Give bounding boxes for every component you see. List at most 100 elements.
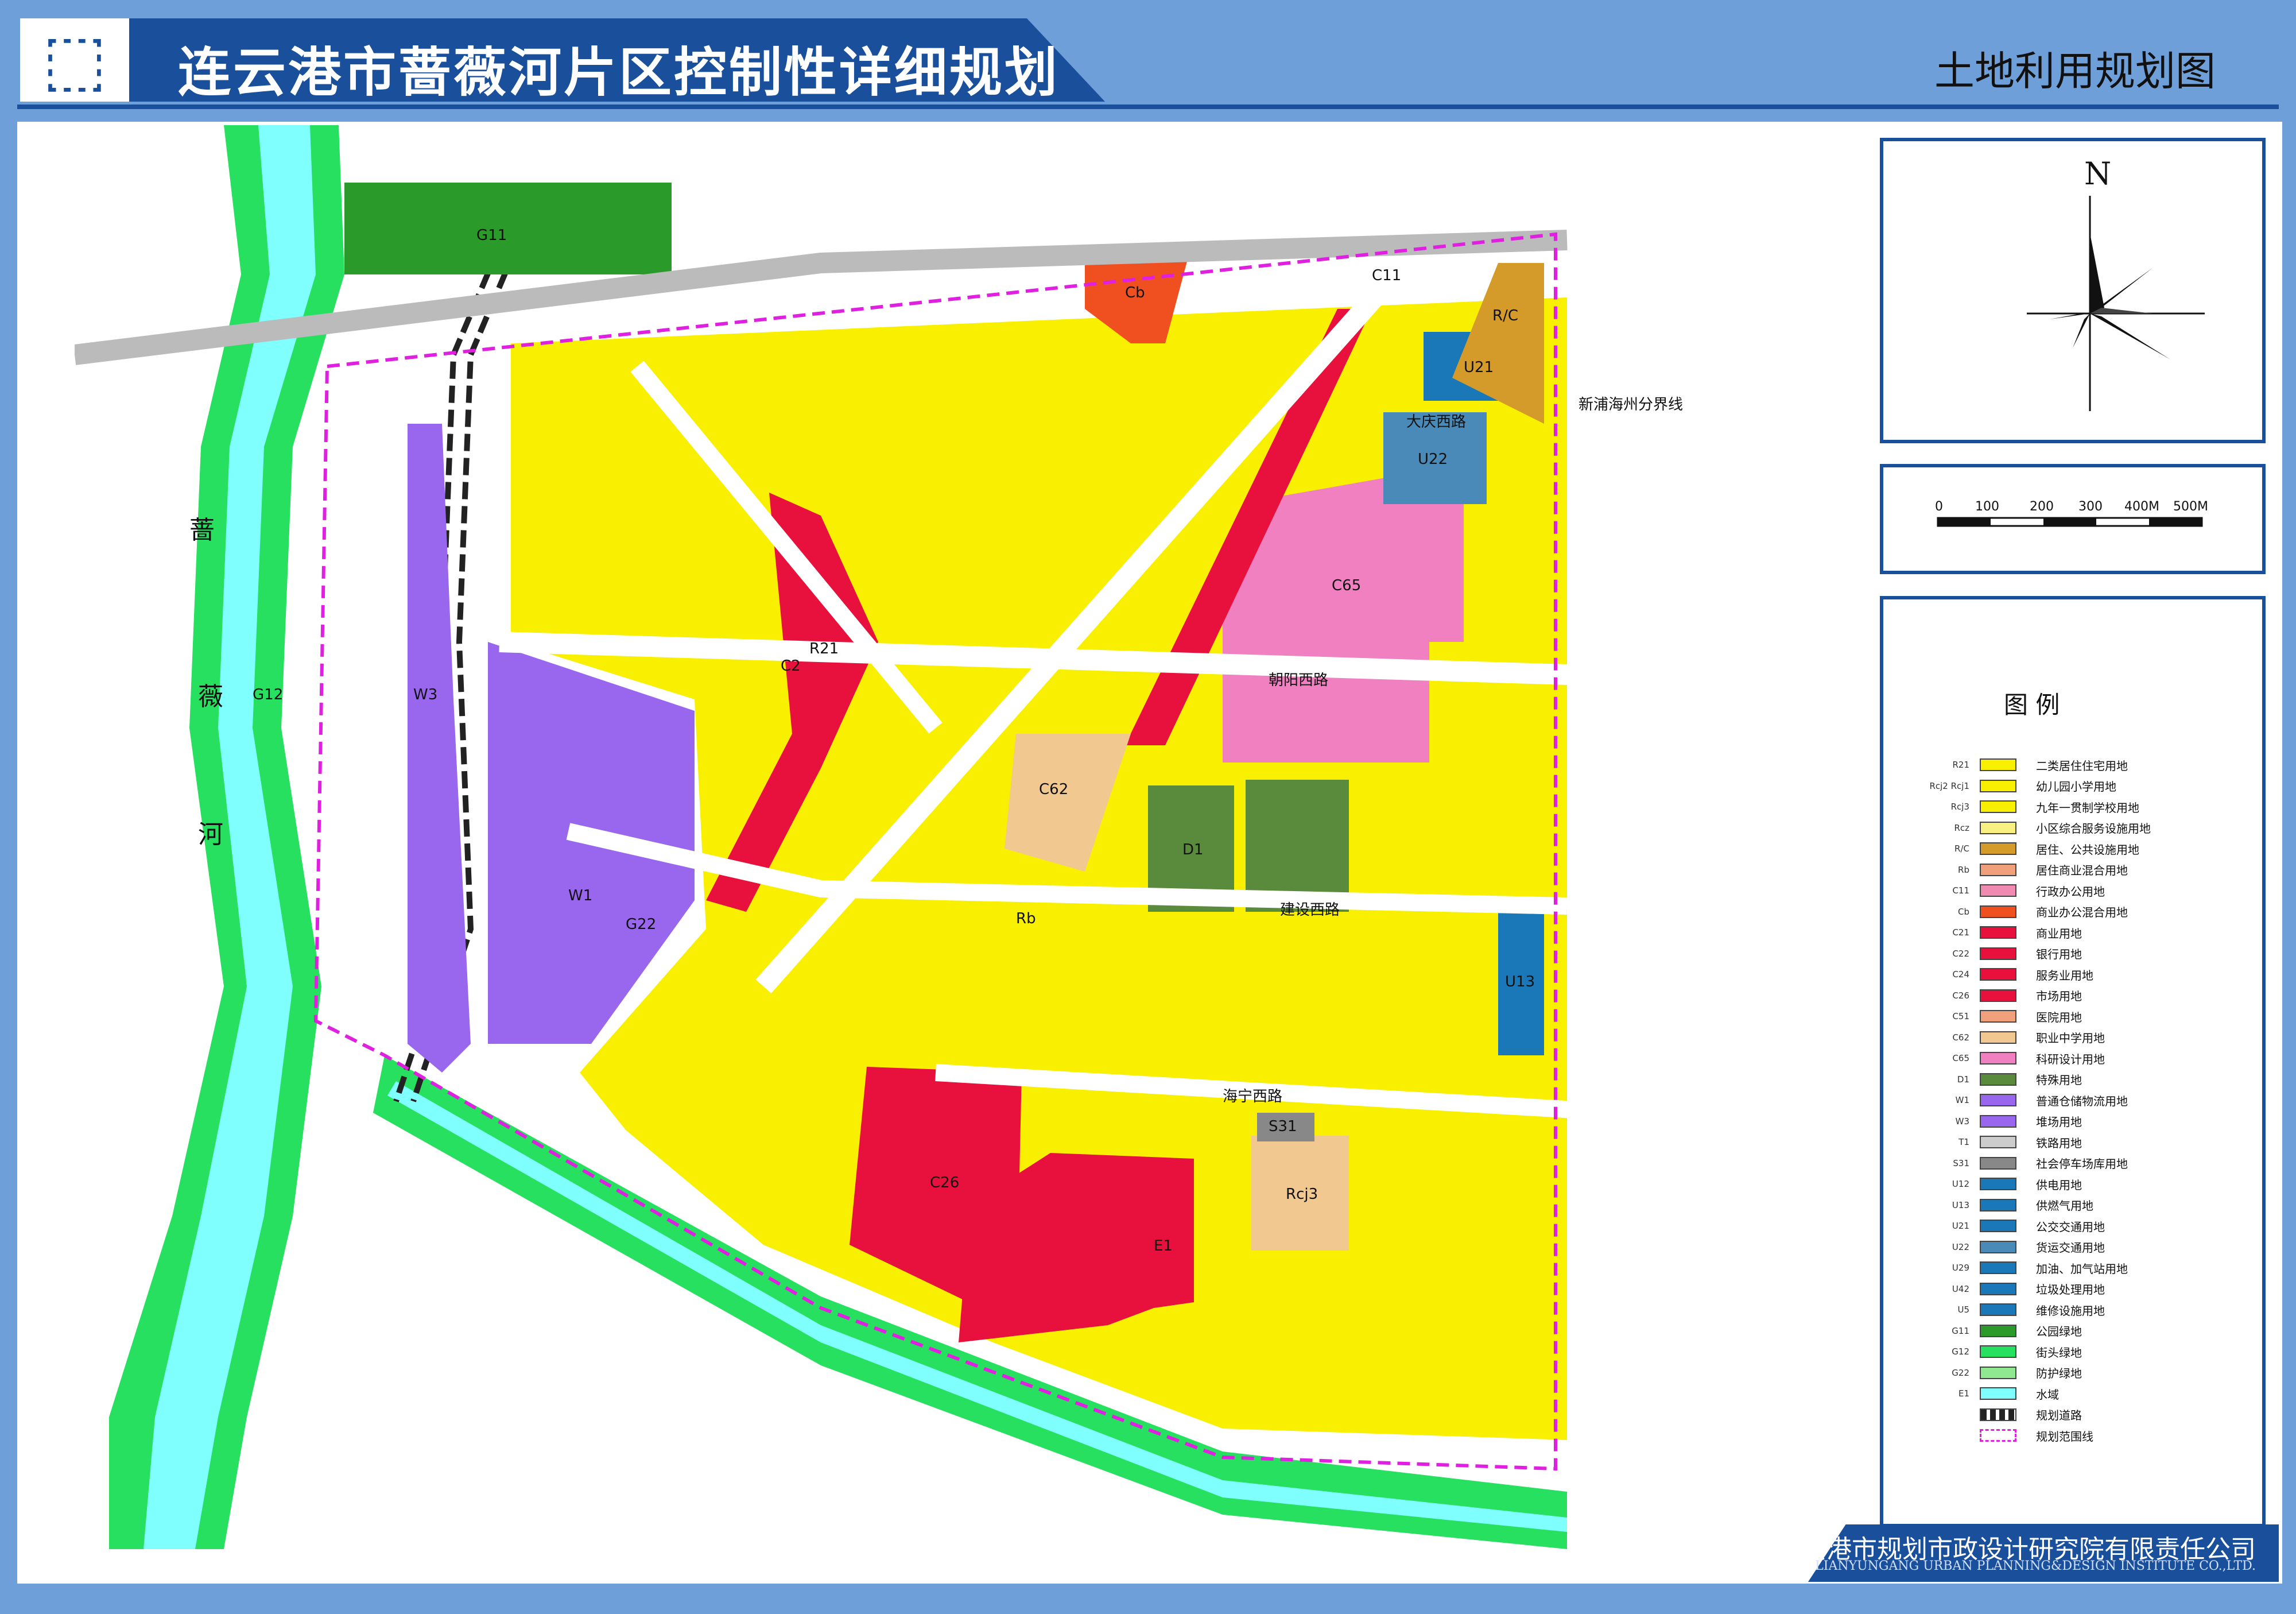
legend-label: 银行用地 xyxy=(2036,947,2082,962)
legend-item: G12 街头绿地 xyxy=(1929,1341,2251,1363)
legend-label: 科研设计用地 xyxy=(2036,1052,2105,1066)
legend-code: R21 xyxy=(1952,760,1969,771)
legend-swatch xyxy=(1980,926,2016,939)
legend-swatch xyxy=(1980,1345,2016,1358)
legend-label: 小区综合服务设施用地 xyxy=(2036,822,2151,836)
legend-label: 九年一贯制学校用地 xyxy=(2036,800,2139,815)
legend-item: C51 医院用地 xyxy=(1929,1006,2251,1027)
legend-code: U5 xyxy=(1957,1305,1969,1315)
legend-code: W3 xyxy=(1955,1116,1969,1127)
legend-label: 幼儿园小学用地 xyxy=(2036,780,2116,794)
legend-item: R21 二类居住住宅用地 xyxy=(1929,754,2251,776)
legend-label: 特殊用地 xyxy=(2036,1073,2082,1087)
scale-tick-4: 400M xyxy=(2124,500,2159,514)
legend-label: 铁路用地 xyxy=(2036,1136,2082,1150)
legend-code: G11 xyxy=(1952,1325,1969,1336)
legend-label: 堆场用地 xyxy=(2036,1115,2082,1129)
legend-swatch xyxy=(1980,1408,2016,1421)
legend-item: C24 服务业用地 xyxy=(1929,964,2251,985)
legend-code: Cb xyxy=(1958,906,1969,917)
river-label-3: 河 xyxy=(198,820,223,849)
zone-label-cb: Cb xyxy=(1125,284,1145,301)
legend-swatch xyxy=(1980,1094,2016,1107)
legend-label: 公园绿地 xyxy=(2036,1325,2082,1339)
zone-label-c62: C62 xyxy=(1039,781,1068,798)
legend-item: U29 加油、加气站用地 xyxy=(1929,1257,2251,1279)
legend-label: 加油、加气站用地 xyxy=(2036,1261,2128,1276)
legend-label: 维修设施用地 xyxy=(2036,1303,2105,1318)
legend-swatch xyxy=(1980,821,2016,834)
legend-swatch xyxy=(1980,1073,2016,1086)
legend-label: 防护绿地 xyxy=(2036,1367,2082,1381)
legend-item: 规划道路 xyxy=(1929,1404,2251,1426)
road-label-haining: 海宁西路 xyxy=(1223,1088,1282,1105)
legend-item: 规划范围线 xyxy=(1929,1425,2251,1446)
sidebar: N 0 100 200 300 400M 500M 图 例 R21 二类居住住宅… xyxy=(1854,125,2279,1561)
legend-item: Rb 居住商业混合用地 xyxy=(1929,860,2251,881)
legend-label: 街头绿地 xyxy=(2036,1345,2082,1360)
legend-swatch xyxy=(1980,779,2016,792)
logo: ⬚ xyxy=(20,18,129,102)
legend-code: C51 xyxy=(1952,1011,1969,1022)
zone-label-rb: Rb xyxy=(1016,910,1036,927)
legend-label: 供电用地 xyxy=(2036,1178,2082,1192)
scale-bar: 0 100 200 300 400M 500M xyxy=(1935,500,2208,527)
legend-swatch xyxy=(1980,1282,2016,1295)
legend-swatch xyxy=(1980,1010,2016,1023)
legend-item: Cb 商业办公混合用地 xyxy=(1929,901,2251,923)
legend-swatch xyxy=(1980,1220,2016,1233)
legend-swatch xyxy=(1980,1261,2016,1275)
legend-swatch xyxy=(1980,884,2016,897)
scale-tick-3: 300 xyxy=(2078,500,2103,514)
land-use-map[interactable]: 蔷 薇 河 朝阳西路 建设西路 海宁西路 大庆西路 新浦海州分界线 R21 Rb… xyxy=(73,125,1837,1561)
river-label-2: 薇 xyxy=(198,682,223,711)
bottom-band xyxy=(0,1585,2296,1614)
legend-swatch xyxy=(1980,1429,2016,1442)
page-title: 连云港市蔷薇河片区控制性详细规划 xyxy=(178,42,1060,103)
legend-item: R/C 居住、公共设施用地 xyxy=(1929,838,2251,860)
legend-code: Rcz xyxy=(1954,822,1969,833)
footer-company-en: LIANYUNGANG URBAN PLANNING&DESIGN INSTIT… xyxy=(1815,1559,2256,1573)
legend-code: U29 xyxy=(1952,1263,1969,1274)
legend-swatch xyxy=(1980,1031,2016,1044)
legend-item: E1 水域 xyxy=(1929,1383,2251,1404)
legend-item: C21 商业用地 xyxy=(1929,922,2251,943)
road-label-daqing: 大庆西路 xyxy=(1406,413,1466,431)
legend-label: 水域 xyxy=(2036,1387,2059,1402)
legend-code: Rb xyxy=(1958,864,1969,875)
road-label-jianshe: 建设西路 xyxy=(1280,901,1340,919)
legend-label: 商业用地 xyxy=(2036,926,2082,940)
legend-label: 医院用地 xyxy=(2036,1010,2082,1024)
legend-item: G11 公园绿地 xyxy=(1929,1321,2251,1342)
legend-item: U12 供电用地 xyxy=(1929,1174,2251,1195)
legend-code: C24 xyxy=(1952,969,1969,980)
legend-label: 公交交通用地 xyxy=(2036,1220,2105,1234)
legend-label: 市场用地 xyxy=(2036,989,2082,1004)
zone-label-u21: U21 xyxy=(1464,359,1494,376)
legend-label: 普通仓储物流用地 xyxy=(2036,1094,2128,1108)
legend-item: U13 供燃气用地 xyxy=(1929,1195,2251,1216)
zone-label-g22: G22 xyxy=(626,916,656,933)
legend-panel: 图 例 R21 二类居住住宅用地 Rcj2 Rcj1 幼儿园小学用地 Rcj3 九年一贯制… xyxy=(1880,596,2266,1527)
divider xyxy=(17,104,2279,109)
legend-swatch xyxy=(1980,1178,2016,1191)
legend-title: 图 例 xyxy=(2004,691,2060,719)
legend-code: R/C xyxy=(1954,843,1969,854)
zone-g11-north xyxy=(344,183,672,274)
legend-swatch xyxy=(1980,842,2016,856)
legend-label: 社会停车场库用地 xyxy=(2036,1157,2128,1171)
legend-swatch xyxy=(1980,1136,2016,1149)
legend-code: U21 xyxy=(1952,1221,1969,1232)
map-canvas: 蔷 薇 河 朝阳西路 建设西路 海宁西路 大庆西路 新浦海州分界线 R21 Rb… xyxy=(73,125,1683,1549)
scale-bar-panel: 0 100 200 300 400M 500M xyxy=(1880,464,2266,574)
legend-item: U22 货运交通用地 xyxy=(1929,1237,2251,1258)
legend-item: C11 行政办公用地 xyxy=(1929,880,2251,901)
legend-code: Rcj3 xyxy=(1950,802,1969,812)
legend-swatch xyxy=(1980,863,2016,876)
legend-label: 商业办公混合用地 xyxy=(2036,905,2128,920)
zone-label-g11: G11 xyxy=(476,227,507,244)
legend-item: Rcj3 九年一贯制学校用地 xyxy=(1929,796,2251,818)
legend-code: Rcj2 Rcj1 xyxy=(1929,780,1969,791)
river-label-1: 蔷 xyxy=(189,516,215,545)
legend-item: Rcj2 Rcj1 幼儿园小学用地 xyxy=(1929,776,2251,797)
